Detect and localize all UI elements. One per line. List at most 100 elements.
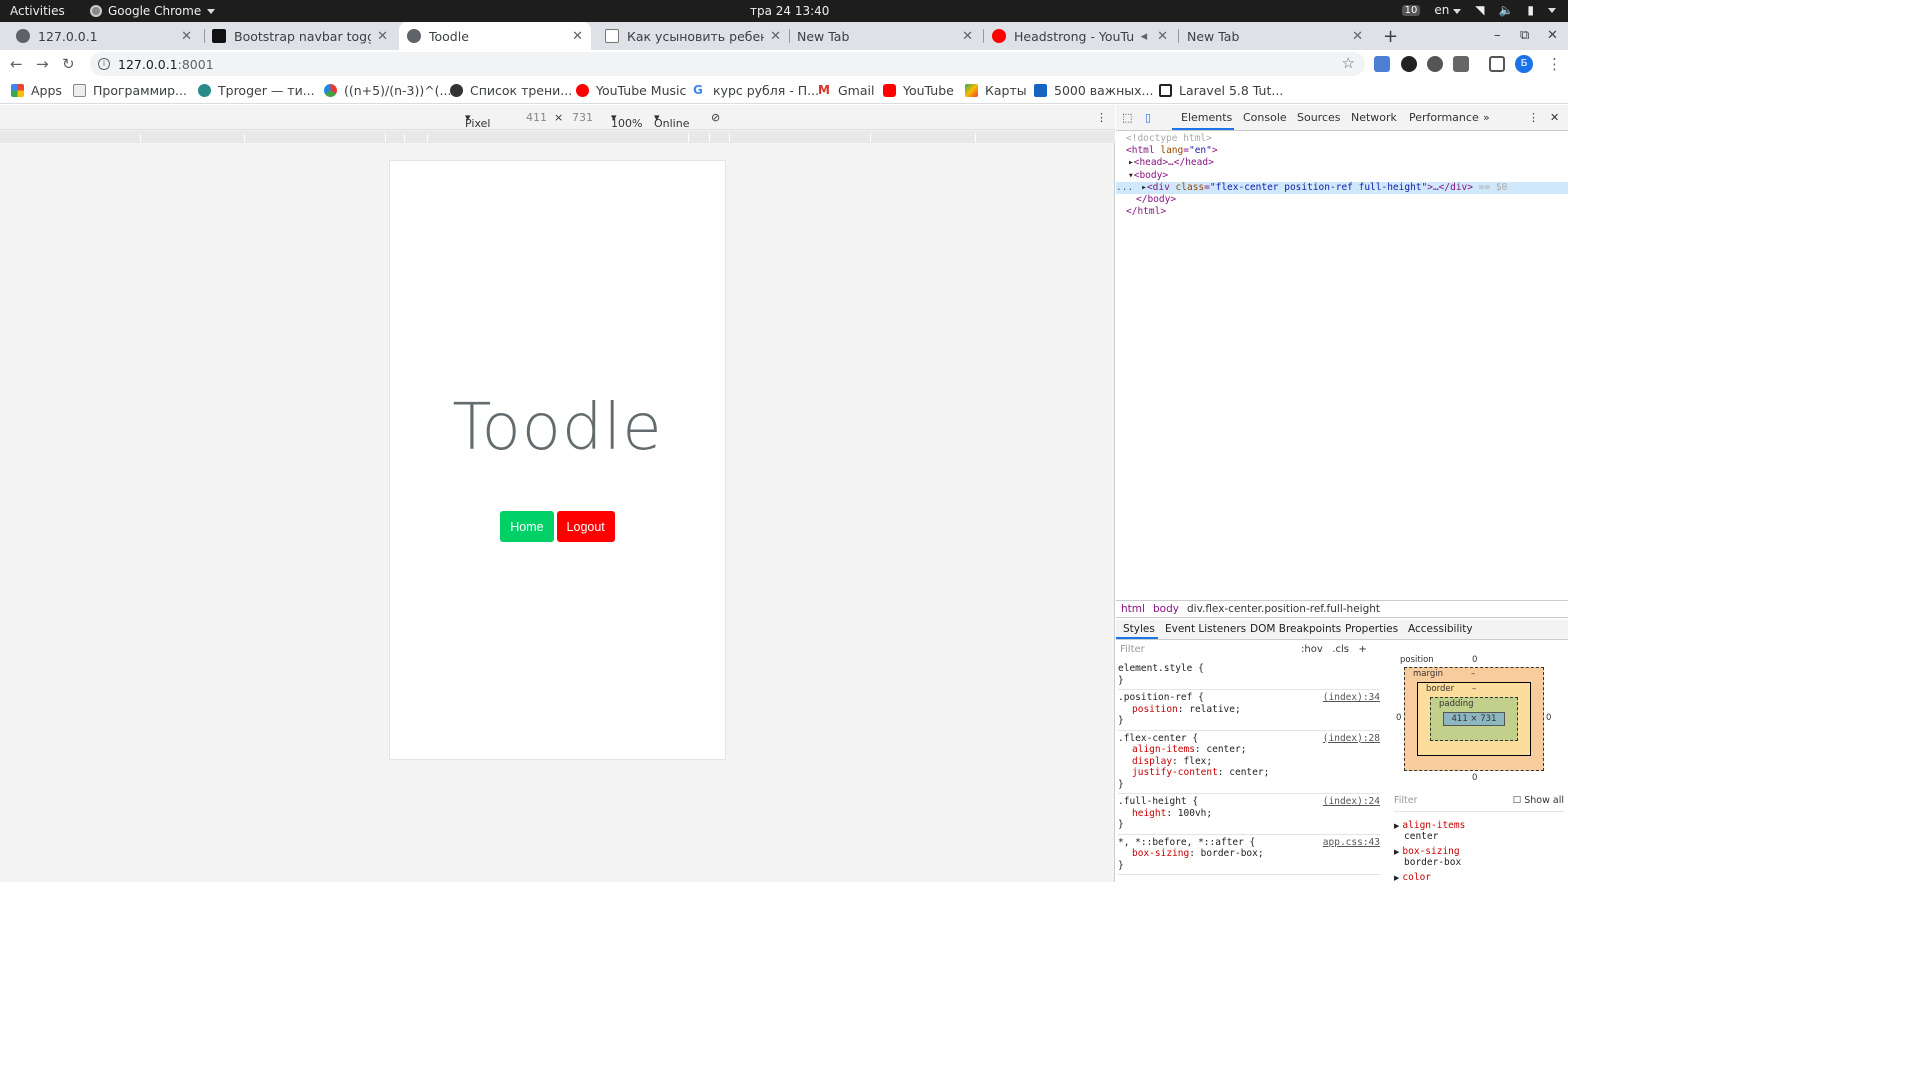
hov-toggle[interactable]: :hov <box>1301 644 1323 655</box>
bookmark-youtube-music[interactable]: YouTube Music <box>576 83 686 98</box>
home-button[interactable]: Home <box>500 511 554 542</box>
expand-triangle-icon[interactable]: ▶ <box>1394 874 1399 882</box>
new-tab-button[interactable]: + <box>1383 26 1398 47</box>
tab-sources[interactable]: Sources <box>1297 111 1341 124</box>
tab-console[interactable]: Console <box>1243 111 1287 124</box>
breadcrumb-body[interactable]: body <box>1153 603 1179 615</box>
position-left-value[interactable]: 0 <box>1396 713 1401 723</box>
dom-div-node-selected[interactable]: ... ▸<div class="flex-center position-ref… <box>1116 181 1568 195</box>
tab-properties[interactable]: Properties <box>1345 623 1398 635</box>
box-margin[interactable]: margin – border – padding 411 × 731 <box>1404 667 1544 771</box>
close-icon[interactable]: ✕ <box>1157 29 1168 44</box>
app-menu[interactable]: Google Chrome <box>90 4 216 18</box>
inspect-element-icon[interactable]: ⬚ <box>1122 111 1132 124</box>
css-rule[interactable]: *, *::before, *::after { app.css:43 box-… <box>1118 835 1380 875</box>
tab-styles[interactable]: Styles <box>1123 623 1155 635</box>
tab-headstrong[interactable]: Headstrong - YouTube ◂ ✕ <box>984 22 1176 50</box>
minimize-button[interactable]: – <box>1494 28 1501 43</box>
computed-row[interactable]: ▶ align-items <box>1394 820 1564 831</box>
wifi-icon[interactable]: ◥ <box>1475 3 1484 17</box>
restore-button[interactable]: ⧉ <box>1520 28 1529 43</box>
bookmark-training[interactable]: Список трени... <box>450 83 572 98</box>
address-bar[interactable]: i 127.0.0.1:8001 ☆ <box>90 52 1365 76</box>
info-icon[interactable]: i <box>98 58 110 70</box>
box-content-size[interactable]: 411 × 731 <box>1443 712 1505 726</box>
css-property[interactable]: box-sizing <box>1118 848 1189 859</box>
devtools-menu-icon[interactable]: ⋮ <box>1528 111 1539 124</box>
computed-row[interactable]: ▶ box-sizing <box>1394 846 1564 857</box>
tab-localhost[interactable]: 127.0.0.1 ✕ <box>8 22 200 50</box>
border-top-value[interactable]: – <box>1472 684 1476 694</box>
device-select[interactable]: Pixel 2 ▾ <box>465 111 490 143</box>
logout-button[interactable]: Logout <box>556 511 615 542</box>
bookmark-gmail[interactable]: M Gmail <box>818 83 874 98</box>
tab-dom-breakpoints[interactable]: DOM Breakpoints <box>1250 623 1341 635</box>
css-property[interactable]: justify-content <box>1118 767 1218 778</box>
close-icon[interactable]: ✕ <box>770 29 781 44</box>
bookmark-5000-words[interactable]: 5000 важных... <box>1034 83 1153 98</box>
breadcrumb-html[interactable]: html <box>1121 603 1145 615</box>
extension-icon[interactable] <box>1401 56 1417 72</box>
bookmark-maps[interactable]: Карты <box>965 83 1027 98</box>
translate-extension-icon[interactable] <box>1374 56 1390 72</box>
node-actions-ellipsis[interactable]: ... <box>1116 182 1141 193</box>
rule-source-link[interactable]: (index):24 <box>1323 796 1380 808</box>
device-toggle-icon[interactable]: ▯ <box>1145 111 1151 124</box>
close-icon[interactable]: ✕ <box>962 29 973 44</box>
forward-arrow-icon[interactable]: → <box>36 55 49 73</box>
dom-html-node[interactable]: <html lang="en"> <box>1116 145 1568 157</box>
dom-body-node[interactable]: ▾<body> <box>1116 170 1568 182</box>
system-tray[interactable]: 10 en ◥ 🔈 ▮ <box>1401 3 1556 17</box>
css-value[interactable]: flex; <box>1184 756 1213 767</box>
clock[interactable]: тра 24 13:40 <box>750 4 829 18</box>
close-icon[interactable]: ✕ <box>377 29 388 44</box>
shield-extension-icon[interactable] <box>1453 56 1469 72</box>
profile-avatar[interactable]: Б <box>1515 55 1533 73</box>
css-value[interactable]: center; <box>1229 767 1269 778</box>
position-bottom-value[interactable]: 0 <box>1472 773 1477 783</box>
close-icon[interactable]: ✕ <box>1352 29 1363 44</box>
rotate-icon[interactable]: ⊘ <box>711 111 720 124</box>
rule-source-link[interactable]: app.css:43 <box>1323 837 1380 849</box>
computed-row[interactable]: ▶ color <box>1394 872 1564 883</box>
tab-adoption[interactable]: Как усыновить ребенка ✕ <box>597 22 789 50</box>
tab-accessibility[interactable]: Accessibility <box>1408 623 1473 635</box>
zoom-select[interactable]: 100% ▾ <box>611 111 642 130</box>
close-icon[interactable]: ✕ <box>572 29 583 44</box>
css-rule[interactable]: .position-ref { (index):34 position: rel… <box>1118 690 1380 731</box>
kebab-menu-icon[interactable]: ⋮ <box>1547 55 1562 73</box>
tab-toodle[interactable]: Toodle ✕ <box>399 22 591 50</box>
rule-source-link[interactable]: (index):34 <box>1323 692 1380 704</box>
computed-filter-input[interactable]: Filter <box>1394 795 1418 806</box>
css-value[interactable]: relative; <box>1189 704 1240 715</box>
devtools-close-icon[interactable]: ✕ <box>1550 111 1559 124</box>
breadcrumb-div[interactable]: div.flex-center.position-ref.full-height <box>1187 603 1380 615</box>
css-property[interactable]: height <box>1118 808 1166 819</box>
network-throttle-select[interactable]: Online ▾ <box>654 111 689 130</box>
device-height-input[interactable]: 731 <box>572 111 593 124</box>
tab-network[interactable]: Network <box>1351 111 1397 124</box>
dom-body-close[interactable]: </body> <box>1116 194 1568 206</box>
box-border[interactable]: border – padding 411 × 731 <box>1417 682 1531 756</box>
reload-icon[interactable]: ↻ <box>62 55 75 73</box>
battery-icon[interactable]: ▮ <box>1527 3 1534 17</box>
expand-triangle-icon[interactable]: ▶ <box>1394 822 1399 830</box>
position-value[interactable]: 0 <box>1472 655 1477 665</box>
dom-head-node[interactable]: ▸<head>…</head> <box>1116 157 1568 169</box>
language-indicator[interactable]: en <box>1434 3 1462 17</box>
new-rule-button[interactable]: + <box>1359 644 1367 655</box>
css-rule[interactable]: .flex-center { (index):28 align-items: c… <box>1118 731 1380 794</box>
device-width-input[interactable]: 411 <box>526 111 547 124</box>
tab-elements[interactable]: Elements <box>1181 111 1232 124</box>
css-property[interactable]: position <box>1118 704 1178 715</box>
box-padding[interactable]: padding 411 × 731 <box>1430 697 1518 741</box>
tab-event-listeners[interactable]: Event Listeners <box>1165 623 1246 635</box>
bookmark-tproger[interactable]: Tproger — ти... <box>198 83 315 98</box>
media-control-icon[interactable] <box>1489 56 1505 72</box>
notification-badge[interactable]: 10 <box>1401 4 1421 16</box>
expand-triangle-icon[interactable]: ▶ <box>1394 848 1399 856</box>
bookmark-youtube[interactable]: YouTube <box>883 83 954 98</box>
position-right-value[interactable]: 0 <box>1546 713 1551 723</box>
css-rule[interactable]: element.style { } <box>1118 661 1380 690</box>
tab-performance[interactable]: Performance <box>1409 111 1479 124</box>
